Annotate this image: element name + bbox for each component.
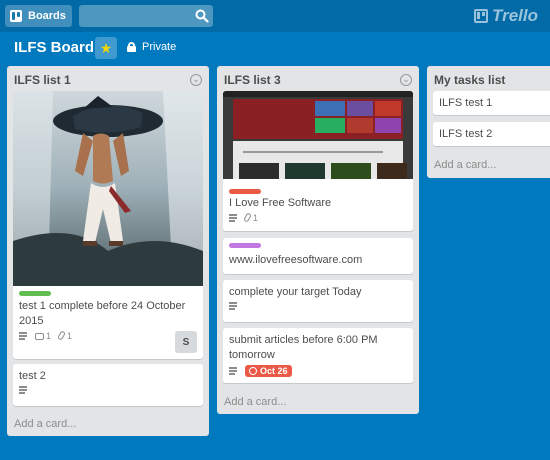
due-date-badge[interactable]: Oct 26 <box>245 365 292 377</box>
search-icon[interactable] <box>195 9 209 23</box>
boards-button-label: Boards <box>28 10 66 22</box>
trello-logo-icon <box>474 9 489 23</box>
cover-image-website-screenshot <box>223 91 413 179</box>
add-card-link[interactable]: Add a card... <box>224 396 286 408</box>
card-complete-target[interactable]: complete your target Today <box>223 280 413 322</box>
card-title: ILFS test 1 <box>439 97 493 109</box>
trello-logo-text: Trello <box>492 6 538 25</box>
card-submit-articles[interactable]: submit articles before 6:00 PM tomorrow … <box>223 328 413 383</box>
list-header[interactable]: ILFS list 1 ⌄ <box>7 66 209 88</box>
visibility-label: Private <box>142 41 177 53</box>
list-header[interactable]: My tasks list <box>427 66 550 88</box>
card-badges <box>13 386 203 399</box>
card-ilfs-test-1[interactable]: ILFS test 1 <box>433 91 550 115</box>
description-icon <box>19 332 27 340</box>
star-icon: ★ <box>99 39 113 56</box>
card-title: test 2 <box>19 370 46 382</box>
list-title[interactable]: My tasks list <box>434 73 505 87</box>
card-badges: 1 <box>223 212 264 228</box>
card-test-2[interactable]: test 2 <box>13 364 203 406</box>
visibility-button[interactable]: Private <box>127 41 176 53</box>
clock-icon <box>249 367 257 375</box>
list-title[interactable]: ILFS list 1 <box>14 73 71 87</box>
list-my-tasks: My tasks list ILFS test 1 ILFS test 2 Ad… <box>427 66 550 178</box>
description-icon <box>229 214 237 222</box>
search-input[interactable] <box>79 5 213 27</box>
card-title: submit articles before 6:00 PM tomorrow <box>229 334 378 361</box>
card-badges <box>223 302 413 315</box>
trello-logo[interactable]: Trello <box>474 6 538 25</box>
card-badges: Oct 26 <box>223 365 413 382</box>
cover-image-waterfall-warrior <box>13 91 203 286</box>
card-cover-image <box>13 91 203 286</box>
list-header[interactable]: ILFS list 3 ⌄ <box>217 66 419 88</box>
card-title: I Love Free Software <box>229 197 332 209</box>
card-badges: 1 1 <box>13 330 78 346</box>
board-title[interactable]: ILFS Board <box>14 39 94 56</box>
add-card-link[interactable]: Add a card... <box>434 159 496 171</box>
comments-badge: 1 <box>35 331 51 341</box>
card-title: www.ilovefreesoftware.com <box>229 254 363 266</box>
list-ilfs-list-1: ILFS list 1 ⌄ test 1 complete before 24 … <box>7 66 209 436</box>
card-ilfs-test-2[interactable]: ILFS test 2 <box>433 122 550 146</box>
list-menu-icon[interactable]: ⌄ <box>400 73 412 86</box>
star-board-button[interactable]: ★ <box>95 37 117 59</box>
card-test-1[interactable]: test 1 complete before 24 October 2015 1… <box>13 91 203 359</box>
list-menu-icon[interactable]: ⌄ <box>190 73 202 86</box>
card-title: ILFS test 2 <box>439 128 493 140</box>
lock-icon <box>127 42 136 52</box>
list-ilfs-list-3: ILFS list 3 ⌄ I Love Free Software 1 www… <box>217 66 419 414</box>
attachments-badge: 1 <box>243 212 258 223</box>
card-title: test 1 complete before 24 October 2015 <box>19 300 186 327</box>
add-card-link[interactable]: Add a card... <box>14 418 76 430</box>
attachment-icon <box>243 212 252 223</box>
boards-button[interactable]: Boards <box>5 5 72 27</box>
description-icon <box>19 386 27 394</box>
card-cover-image <box>223 91 413 179</box>
card-i-love-free-software[interactable]: I Love Free Software 1 <box>223 91 413 231</box>
card-title: complete your target Today <box>229 286 362 298</box>
card-ilovefreesoftware-url[interactable]: www.ilovefreesoftware.com <box>223 238 413 274</box>
attachment-icon <box>57 330 66 341</box>
attachments-badge: 1 <box>57 330 72 341</box>
description-icon <box>229 367 237 375</box>
boards-icon <box>10 10 22 22</box>
due-date-text: Oct 26 <box>260 366 288 376</box>
comment-icon <box>35 333 44 340</box>
top-header: Boards Trello <box>0 0 550 32</box>
member-avatar[interactable]: S <box>175 331 197 353</box>
list-title[interactable]: ILFS list 3 <box>224 73 281 87</box>
description-icon <box>229 302 237 310</box>
